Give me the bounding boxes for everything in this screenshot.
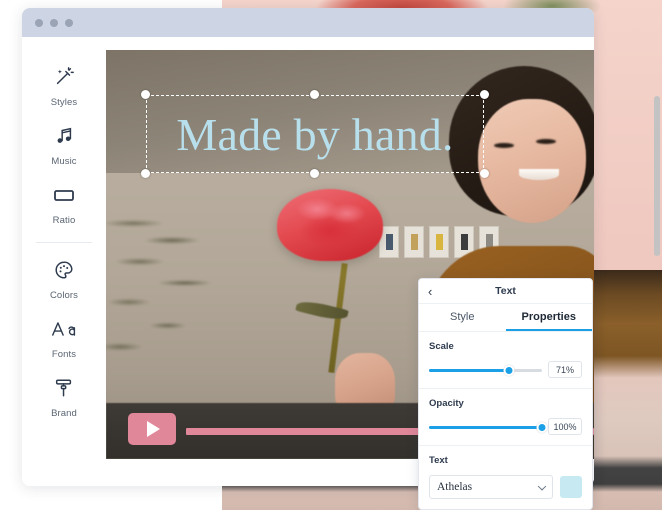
music-note-icon bbox=[53, 123, 75, 149]
person-face bbox=[477, 99, 586, 224]
resize-handle-top-left[interactable] bbox=[141, 90, 150, 99]
play-triangle-icon bbox=[147, 421, 160, 437]
tab-style[interactable]: Style bbox=[419, 304, 506, 331]
sidebar-item-ratio[interactable]: Ratio bbox=[22, 174, 106, 233]
sidebar-item-fonts[interactable]: Fonts bbox=[22, 308, 106, 367]
text-label: Text bbox=[429, 455, 448, 466]
panel-tabs: Style Properties bbox=[419, 304, 592, 332]
paint-roller-icon bbox=[53, 375, 75, 401]
font-name: Athelas bbox=[437, 481, 473, 493]
sidebar: Styles Music Ratio Colors Fonts Brand bbox=[22, 37, 106, 486]
opacity-field: Opacity 100% bbox=[419, 389, 592, 446]
opacity-value: 100% bbox=[548, 418, 582, 435]
person-smile bbox=[518, 168, 559, 180]
maximize-icon[interactable] bbox=[65, 18, 73, 27]
peony-flower bbox=[276, 189, 383, 262]
chevron-left-icon[interactable]: ‹ bbox=[428, 285, 432, 298]
sidebar-item-colors[interactable]: Colors bbox=[22, 249, 106, 308]
window-titlebar bbox=[22, 8, 594, 37]
page-scrollbar[interactable] bbox=[654, 96, 660, 256]
resize-handle-bottom-left[interactable] bbox=[141, 169, 150, 178]
sidebar-item-brand[interactable]: Brand bbox=[22, 367, 106, 426]
sidebar-item-label: Colors bbox=[49, 290, 79, 301]
scale-slider-knob[interactable] bbox=[503, 364, 515, 376]
selected-text-layer[interactable]: Made by hand. bbox=[141, 90, 489, 178]
panel-title: Text bbox=[495, 285, 516, 297]
chevron-down-icon bbox=[537, 482, 547, 491]
resize-handle-bottom-right[interactable] bbox=[480, 169, 489, 178]
resize-handle-top-right[interactable] bbox=[480, 90, 489, 99]
text-font-field: Text Athelas bbox=[419, 446, 592, 507]
plant-foliage bbox=[106, 184, 302, 398]
sidebar-item-styles[interactable]: Styles bbox=[22, 56, 106, 115]
panel-header: ‹ Text bbox=[419, 279, 592, 304]
close-icon[interactable] bbox=[35, 18, 43, 27]
sidebar-item-label: Ratio bbox=[52, 215, 76, 226]
text-color-swatch[interactable] bbox=[560, 476, 582, 498]
headline-text[interactable]: Made by hand. bbox=[146, 95, 484, 173]
opacity-label: Opacity bbox=[429, 398, 464, 409]
scale-field: Scale 71% bbox=[419, 332, 592, 389]
text-properties-panel: ‹ Text Style Properties Scale 71% Opacit… bbox=[418, 278, 593, 510]
sidebar-item-label: Brand bbox=[51, 408, 77, 419]
rectangle-ratio-icon bbox=[52, 182, 76, 208]
play-button[interactable] bbox=[128, 413, 176, 445]
scale-label: Scale bbox=[429, 341, 454, 352]
sidebar-divider bbox=[36, 242, 92, 243]
font-row: Athelas bbox=[429, 475, 582, 499]
person-eye bbox=[493, 143, 514, 149]
tab-properties[interactable]: Properties bbox=[505, 304, 592, 331]
opacity-slider-knob[interactable] bbox=[536, 421, 548, 433]
minimize-icon[interactable] bbox=[50, 18, 58, 27]
opacity-slider-row: 100% bbox=[429, 418, 582, 435]
opacity-slider[interactable] bbox=[429, 421, 548, 433]
opacity-slider-fill bbox=[429, 425, 542, 429]
magic-wand-icon bbox=[53, 64, 75, 90]
resize-handle-top-center[interactable] bbox=[310, 90, 319, 99]
scale-slider-fill bbox=[429, 368, 510, 372]
font-select[interactable]: Athelas bbox=[429, 475, 553, 499]
sidebar-item-label: Styles bbox=[50, 97, 78, 108]
scale-slider[interactable] bbox=[429, 364, 542, 376]
sidebar-item-music[interactable]: Music bbox=[22, 115, 106, 174]
scale-value: 71% bbox=[548, 361, 582, 378]
resize-handle-bottom-center[interactable] bbox=[310, 169, 319, 178]
scale-slider-row: 71% bbox=[429, 361, 582, 378]
palette-icon bbox=[53, 257, 75, 283]
person-eye bbox=[535, 139, 556, 145]
sidebar-item-label: Fonts bbox=[51, 349, 77, 360]
sidebar-item-label: Music bbox=[51, 156, 77, 167]
font-aa-icon bbox=[51, 316, 77, 342]
